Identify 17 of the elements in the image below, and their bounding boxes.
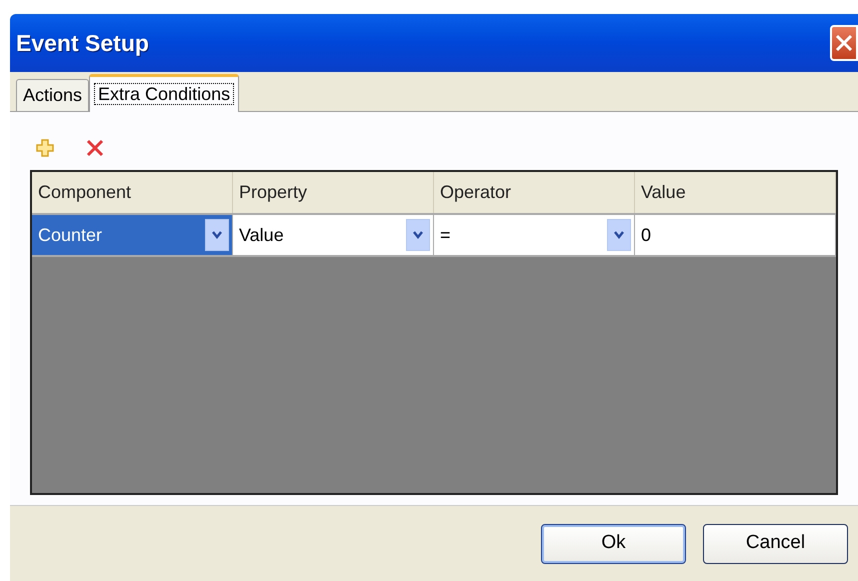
column-header[interactable]: Value bbox=[635, 172, 836, 213]
value-field[interactable]: 0 bbox=[635, 215, 836, 255]
dialog-button[interactable]: Ok bbox=[541, 524, 686, 564]
dialog-button[interactable]: Cancel bbox=[703, 524, 848, 564]
dropdown-cell[interactable]: Counter bbox=[32, 215, 233, 255]
tab[interactable]: Extra Conditions bbox=[89, 74, 240, 112]
delete-icon bbox=[85, 138, 105, 158]
close-icon bbox=[834, 33, 854, 53]
close-button[interactable] bbox=[830, 25, 858, 61]
column-header[interactable]: Operator bbox=[434, 172, 635, 213]
plus-icon bbox=[35, 138, 55, 158]
tab[interactable]: Actions bbox=[16, 79, 90, 111]
window-title: Event Setup bbox=[16, 28, 149, 58]
dropdown-cell[interactable]: = bbox=[434, 215, 635, 255]
column-header[interactable]: Component bbox=[32, 172, 233, 213]
column-header[interactable]: Property bbox=[233, 172, 434, 213]
dropdown-cell[interactable]: Value bbox=[233, 215, 434, 255]
